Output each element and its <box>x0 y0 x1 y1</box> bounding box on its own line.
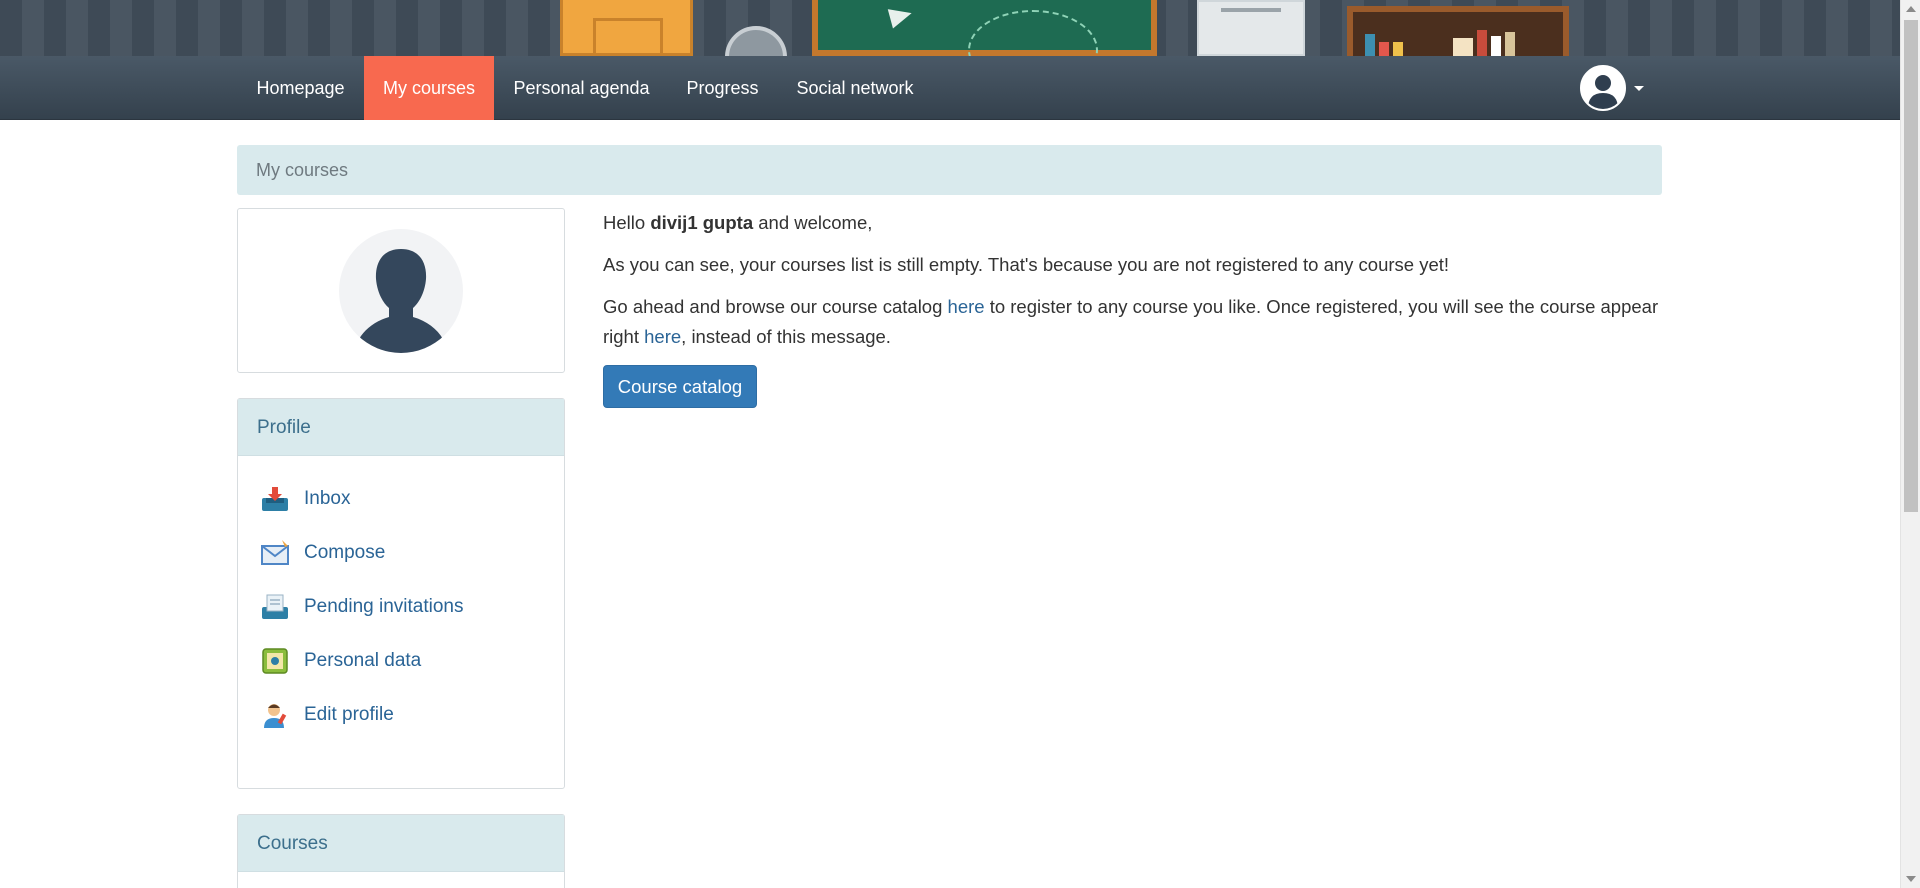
sidebar-item-edit-profile[interactable]: Edit profile <box>260 699 394 731</box>
profile-avatar[interactable] <box>339 229 463 353</box>
page-scrollbar[interactable] <box>1900 0 1920 888</box>
sidebar-item-label: Compose <box>304 542 386 563</box>
banner-clock-illustration <box>725 26 787 56</box>
nav-homepage[interactable]: Homepage <box>237 56 364 120</box>
course-catalog-button[interactable]: Course catalog <box>603 365 757 408</box>
nav-social-network[interactable]: Social network <box>776 56 934 120</box>
browse-prefix: Go ahead and browse our course catalog <box>603 296 948 317</box>
scroll-down-icon[interactable] <box>1906 876 1916 882</box>
courses-here-link[interactable]: here <box>644 326 681 347</box>
banner-door-illustration <box>560 0 693 56</box>
user-card <box>237 208 565 373</box>
sidebar-item-label: Personal data <box>304 650 422 671</box>
nav-progress[interactable]: Progress <box>669 56 776 120</box>
greeting-prefix: Hello <box>603 212 651 233</box>
banner-cabinet-illustration <box>1197 0 1305 56</box>
breadcrumb-current: My courses <box>256 160 349 180</box>
sidebar-item-compose[interactable]: Compose <box>260 537 385 569</box>
sidebar-item-personal-data[interactable]: Personal data <box>260 645 421 677</box>
browse-catalog-message: Go ahead and browse our course catalog h… <box>603 292 1663 352</box>
courses-panel-title: Courses <box>238 815 564 872</box>
breadcrumb: My courses <box>237 145 1662 195</box>
catalog-here-link[interactable]: here <box>948 296 985 317</box>
sidebar-item-inbox[interactable]: Inbox <box>260 483 350 515</box>
nav-my-courses[interactable]: My courses <box>364 56 494 120</box>
empty-courses-message: As you can see, your courses list is sti… <box>603 254 1450 275</box>
pending-invitations-icon <box>260 592 290 622</box>
greeting-line: Hello divij1 gupta and welcome, <box>603 208 1663 238</box>
scrollbar-thumb[interactable] <box>1904 20 1918 512</box>
sidebar-item-label: Edit profile <box>304 704 394 725</box>
personal-data-icon <box>260 646 290 676</box>
courses-panel: Courses <box>237 814 565 888</box>
user-name: divij1 gupta <box>650 212 754 233</box>
header-banner <box>0 0 1900 56</box>
profile-panel: Profile Inbox Compose Pending invitation… <box>237 398 565 789</box>
user-avatar-icon <box>1580 65 1626 111</box>
browse-suffix: , instead of this message. <box>681 326 891 347</box>
sidebar-item-pending-invitations[interactable]: Pending invitations <box>260 591 464 623</box>
chevron-down-icon <box>1634 86 1644 91</box>
sidebar-item-label: Pending invitations <box>304 596 464 617</box>
main-navbar: Homepage My courses Personal agenda Prog… <box>0 56 1900 120</box>
greeting-suffix: and welcome, <box>753 212 873 233</box>
sidebar-item-label: Inbox <box>304 488 351 509</box>
inbox-icon <box>260 484 290 514</box>
edit-profile-icon <box>260 700 290 730</box>
welcome-message: Hello divij1 gupta and welcome, As you c… <box>603 208 1663 364</box>
scroll-up-icon[interactable] <box>1906 6 1916 12</box>
profile-panel-title: Profile <box>238 399 564 456</box>
user-menu-dropdown[interactable] <box>1580 65 1650 113</box>
banner-chalkboard-illustration <box>812 0 1157 56</box>
banner-bookshelf-illustration <box>1347 6 1569 56</box>
nav-personal-agenda[interactable]: Personal agenda <box>494 56 669 120</box>
compose-icon <box>260 538 290 568</box>
